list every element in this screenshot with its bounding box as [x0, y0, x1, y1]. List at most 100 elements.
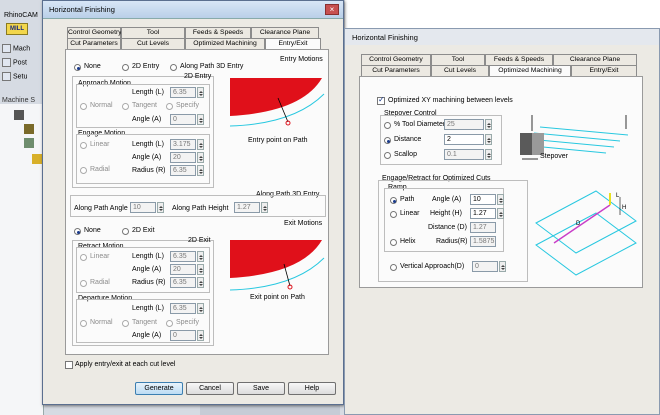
entry-2d-radio[interactable] — [122, 64, 129, 71]
entry-none-radio[interactable] — [74, 64, 81, 71]
tab-tool[interactable]: Tool — [121, 27, 185, 38]
engage-linear-radio[interactable] — [80, 142, 87, 149]
exit-none-radio[interactable] — [74, 228, 81, 235]
ramp-path-radio[interactable] — [390, 197, 397, 204]
close-icon[interactable]: × — [325, 4, 339, 15]
along-path-angle-spinner[interactable] — [157, 202, 164, 213]
distance-spinner[interactable] — [485, 134, 492, 145]
along-path-angle-input[interactable]: 10 — [130, 202, 156, 213]
mill-button[interactable]: MILL — [6, 23, 28, 35]
tab2-cut-levels[interactable]: Cut Levels — [431, 65, 489, 76]
tree-folder-icon — [24, 138, 34, 148]
departure-length-input[interactable]: 6.35 — [170, 303, 196, 314]
engage-radius-input[interactable]: 6.35 — [170, 165, 196, 176]
tab-cut-parameters[interactable]: Cut Parameters — [67, 38, 121, 49]
sidebar-item-post[interactable]: Post — [2, 58, 27, 67]
setup-icon — [2, 72, 11, 81]
along-path-height-spinner[interactable] — [261, 202, 268, 213]
along-path-height-input[interactable]: 1.27 — [234, 202, 260, 213]
approach-length-input[interactable]: 6.35 — [170, 87, 196, 98]
approach-length-spinner[interactable] — [197, 87, 204, 98]
generate-button[interactable]: Generate — [135, 382, 183, 395]
tree-panel[interactable] — [0, 104, 44, 415]
tab-cut-levels[interactable]: Cut Levels — [121, 38, 185, 49]
retract-length-input[interactable]: 6.35 — [170, 251, 196, 262]
engage-angle-label: Angle (A) — [132, 154, 162, 161]
ramp-helix-radio[interactable] — [390, 239, 397, 246]
scallop-spinner[interactable] — [485, 149, 492, 160]
tool-diameter-input[interactable]: 25 — [444, 119, 484, 130]
cancel-button[interactable]: Cancel — [186, 382, 234, 395]
dialog-title: Horizontal Finishing — [49, 5, 115, 14]
tab-entry-exit[interactable]: Entry/Exit — [265, 38, 321, 49]
approach-angle-input[interactable]: 0 — [170, 114, 196, 125]
scallop-radio[interactable] — [384, 152, 391, 159]
tab2-optimized-machining[interactable]: Optimized Machining — [489, 65, 571, 76]
optimized-xy-label: Optimized XY machining between levels — [388, 97, 513, 104]
ramp-height-input[interactable]: 1.27 — [470, 208, 496, 219]
approach-specify-radio[interactable] — [166, 103, 173, 110]
vertical-approach-spinner[interactable] — [499, 261, 506, 272]
vertical-approach-input[interactable]: 0 — [472, 261, 498, 272]
engage-radius-spinner[interactable] — [197, 165, 204, 176]
tab2-control-geometry[interactable]: Control Geometry — [361, 54, 431, 65]
retract-radial-radio[interactable] — [80, 280, 87, 287]
retract-angle-spinner[interactable] — [197, 264, 204, 275]
departure-angle-spinner[interactable] — [197, 330, 204, 341]
engage-length-label: Length (L) — [132, 141, 164, 148]
ramp-plane — [535, 212, 637, 276]
engage-angle-input[interactable]: 20 — [170, 152, 196, 163]
engage-radial-label: Radial — [90, 166, 110, 173]
tab2-tool[interactable]: Tool — [431, 54, 485, 65]
vertical-approach-radio[interactable] — [390, 264, 397, 271]
entry-none-label: None — [84, 63, 101, 70]
approach-normal-radio[interactable] — [80, 103, 87, 110]
ramp-radius-input[interactable]: 1.5875 — [470, 236, 496, 247]
departure-length-spinner[interactable] — [197, 303, 204, 314]
engage-length-spinner[interactable] — [197, 139, 204, 150]
approach-angle-spinner[interactable] — [197, 114, 204, 125]
save-button[interactable]: Save — [237, 382, 285, 395]
retract-linear-radio[interactable] — [80, 254, 87, 261]
departure-angle-input[interactable]: 0 — [170, 330, 196, 341]
tab-feeds-speeds[interactable]: Feeds & Speeds — [185, 27, 251, 38]
retract-radial-label: Radial — [90, 279, 110, 286]
approach-tangent-radio[interactable] — [122, 103, 129, 110]
exit-2d-radio[interactable] — [122, 228, 129, 235]
sidebar-item-setup[interactable]: Setu — [2, 72, 27, 81]
departure-tangent-radio[interactable] — [122, 320, 129, 327]
distance-input[interactable]: 2 — [444, 134, 484, 145]
engage-angle-spinner[interactable] — [197, 152, 204, 163]
retract-radius-spinner[interactable] — [197, 277, 204, 288]
departure-specify-radio[interactable] — [166, 320, 173, 327]
ramp-angle-spinner[interactable] — [497, 194, 504, 205]
tab2-entry-exit[interactable]: Entry/Exit — [571, 65, 637, 76]
tab2-cut-parameters[interactable]: Cut Parameters — [361, 65, 431, 76]
tab-optimized-machining[interactable]: Optimized Machining — [185, 38, 265, 49]
entry-along-path-radio[interactable] — [170, 64, 177, 71]
engage-length-input[interactable]: 3.175 — [170, 139, 196, 150]
distance-radio[interactable] — [384, 137, 391, 144]
ramp-distance-input[interactable]: 1.27 — [470, 222, 496, 233]
retract-angle-input[interactable]: 20 — [170, 264, 196, 275]
departure-length-label: Length (L) — [132, 305, 164, 312]
ramp-height-spinner[interactable] — [497, 208, 504, 219]
apply-each-level-checkbox[interactable] — [65, 361, 73, 369]
approach-specify-label: Specify — [176, 102, 199, 109]
retract-radius-input[interactable]: 6.35 — [170, 277, 196, 288]
tab2-feeds-speeds[interactable]: Feeds & Speeds — [485, 54, 553, 65]
departure-normal-radio[interactable] — [80, 320, 87, 327]
sidebar-item-machine[interactable]: Mach — [2, 44, 30, 53]
ramp-angle-input[interactable]: 10 — [470, 194, 496, 205]
ramp-linear-radio[interactable] — [390, 211, 397, 218]
retract-length-spinner[interactable] — [197, 251, 204, 262]
engage-radial-radio[interactable] — [80, 167, 87, 174]
tab2-clearance-plane[interactable]: Clearance Plane — [553, 54, 637, 65]
tab-clearance-plane[interactable]: Clearance Plane — [251, 27, 319, 38]
tool-diameter-radio[interactable] — [384, 122, 391, 129]
tab-control-geometry[interactable]: Control Geometry — [67, 27, 122, 38]
scallop-input[interactable]: 0.1 — [444, 149, 484, 160]
tool-diameter-spinner[interactable] — [485, 119, 492, 130]
optimized-xy-checkbox[interactable] — [377, 95, 385, 105]
help-button[interactable]: Help — [288, 382, 336, 395]
